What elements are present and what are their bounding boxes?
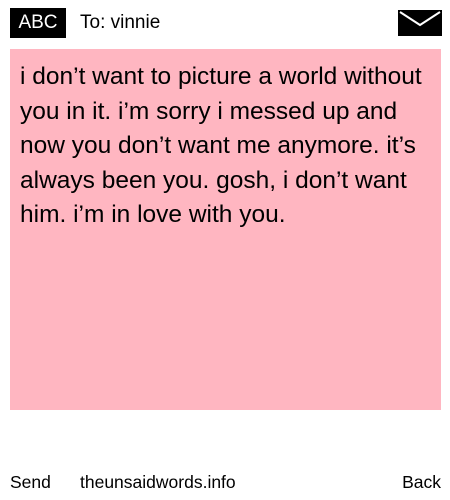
send-button[interactable]: Send (10, 472, 51, 493)
header-bar: ABC To: vinnie (0, 0, 450, 44)
envelope-icon[interactable] (398, 10, 442, 36)
footer-bar: Send theunsaidwords.info Back (0, 470, 450, 500)
back-button[interactable]: Back (402, 472, 441, 493)
message-body[interactable]: i don’t want to picture a world without … (10, 49, 441, 410)
site-link[interactable]: theunsaidwords.info (80, 472, 236, 493)
input-mode-badge[interactable]: ABC (10, 8, 66, 38)
message-text: i don’t want to picture a world without … (20, 63, 429, 228)
recipient-label: To: vinnie (80, 12, 161, 33)
